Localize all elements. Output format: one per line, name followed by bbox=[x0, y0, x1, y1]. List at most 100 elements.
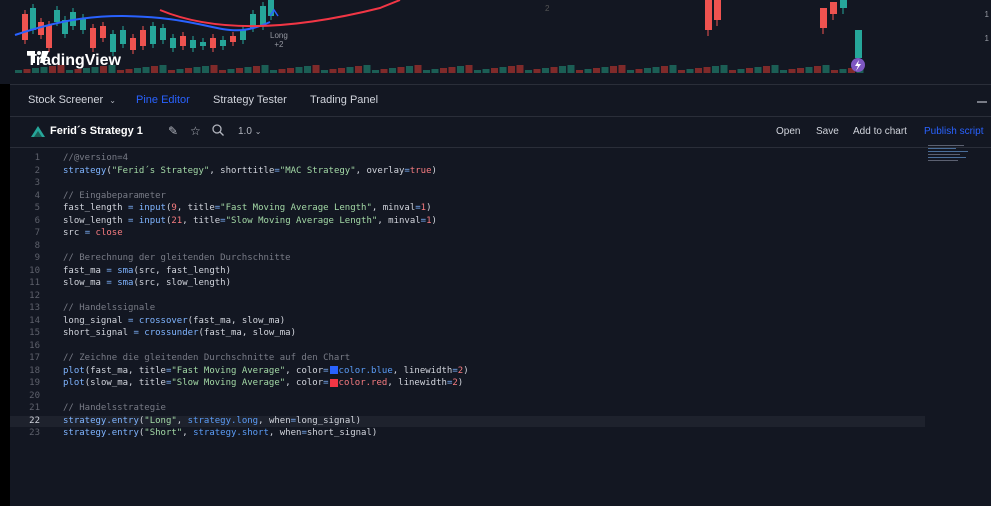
volume-bar bbox=[168, 70, 175, 73]
volume-bar bbox=[142, 67, 150, 73]
volume-bar bbox=[763, 66, 770, 73]
code-line[interactable]: 9 // Berechnung der gleitenden Durchschni… bbox=[10, 253, 925, 264]
volume-bar bbox=[814, 66, 821, 73]
code-line[interactable]: 16 bbox=[10, 341, 925, 352]
code-line[interactable]: 22 strategy.entry("Long", strategy.long, … bbox=[10, 415, 925, 427]
code-line[interactable]: 6 slow_length = input(21, title="Slow Mov… bbox=[10, 216, 925, 227]
candle bbox=[830, 2, 837, 14]
pencil-icon[interactable]: ✎ bbox=[168, 124, 178, 138]
volume-bar bbox=[805, 67, 813, 73]
candle bbox=[110, 34, 116, 52]
volume-bar bbox=[712, 66, 719, 73]
volume-bar bbox=[788, 69, 796, 73]
tab-trading-panel[interactable]: Trading Panel bbox=[310, 94, 378, 106]
volume-bar bbox=[737, 69, 745, 73]
tab-pine-editor-label: Pine Editor bbox=[136, 94, 190, 106]
volume-bar bbox=[576, 70, 583, 73]
star-icon[interactable]: ☆ bbox=[190, 124, 201, 138]
bottom-panel: Stock Screener ⌄ Pine Editor Strategy Tes… bbox=[10, 84, 991, 506]
chart-canvas[interactable] bbox=[0, 0, 991, 84]
strategy-name[interactable]: Ferid´s Strategy 1 bbox=[50, 125, 143, 137]
candle bbox=[150, 26, 156, 44]
volume-bar bbox=[185, 68, 192, 73]
volume-bar bbox=[584, 69, 592, 73]
code-minimap[interactable] bbox=[928, 145, 978, 179]
code-line[interactable]: 8 bbox=[10, 241, 925, 252]
code-line[interactable]: 14 long_signal = crossover(fast_ma, slow_… bbox=[10, 316, 925, 327]
line-number: 20 bbox=[29, 390, 40, 401]
minimap-line bbox=[928, 151, 968, 152]
code-line[interactable]: 7 src = close bbox=[10, 228, 925, 239]
pine-editor-toolbar: Ferid´s Strategy 1 ✎ ☆ 1.0 ⌄ Open Save A… bbox=[10, 116, 991, 148]
code-text: //@version=4 bbox=[63, 153, 129, 163]
candle bbox=[180, 36, 186, 46]
code-line[interactable]: 19 plot(slow_ma, title="Slow Moving Avera… bbox=[10, 378, 925, 389]
volume-bar bbox=[797, 68, 804, 73]
add-to-chart-button[interactable]: Add to chart bbox=[853, 126, 907, 137]
tab-strategy-tester[interactable]: Strategy Tester bbox=[213, 94, 287, 106]
code-line[interactable]: 1 //@version=4 bbox=[10, 153, 925, 164]
volume-bar bbox=[610, 66, 617, 73]
code-line[interactable]: 4 // Eingabeparameter bbox=[10, 191, 925, 202]
tab-pine-editor[interactable]: Pine Editor bbox=[136, 94, 190, 106]
code-line[interactable]: 2 strategy("Ferid´s Strategy", shorttitle… bbox=[10, 166, 925, 177]
code-line[interactable]: 21 // Handelsstrategie bbox=[10, 403, 925, 414]
volume-bar bbox=[542, 68, 549, 73]
volume-bar bbox=[380, 69, 388, 73]
price-scale-tick: 1 bbox=[984, 10, 989, 19]
volume-bar bbox=[686, 69, 694, 73]
code-line[interactable]: 10 fast_ma = sma(src, fast_length) bbox=[10, 266, 925, 277]
save-button[interactable]: Save bbox=[816, 126, 839, 137]
volume-bar bbox=[278, 69, 286, 73]
volume-bar bbox=[771, 65, 779, 73]
code-line[interactable]: 13 // Handelssignale bbox=[10, 303, 925, 314]
line-number: 11 bbox=[29, 278, 40, 288]
panel-tabs: Stock Screener ⌄ Pine Editor Strategy Tes… bbox=[10, 85, 991, 115]
code-text: // Handelssignale bbox=[63, 303, 156, 313]
code-line[interactable]: 20 bbox=[10, 391, 925, 402]
minimize-icon[interactable] bbox=[977, 101, 987, 103]
volume-bar bbox=[423, 70, 430, 73]
price-chart[interactable]: TradingView Long +2 2 1 1 bbox=[0, 0, 991, 84]
code-line[interactable]: 23 strategy.entry("Short", strategy.short… bbox=[10, 428, 925, 439]
volume-bar bbox=[457, 66, 464, 73]
volume-bar bbox=[822, 65, 830, 73]
search-icon[interactable] bbox=[212, 124, 224, 139]
code-text: plot(slow_ma, title="Slow Moving Average… bbox=[63, 378, 464, 388]
code-line[interactable]: 11 slow_ma = sma(src, slow_length) bbox=[10, 278, 925, 289]
tab-trading-panel-label: Trading Panel bbox=[310, 94, 379, 106]
code-line[interactable]: 15 short_signal = crossunder(fast_ma, slo… bbox=[10, 328, 925, 339]
volume-bar bbox=[176, 69, 184, 73]
slow-ma-line bbox=[159, 0, 401, 28]
code-line[interactable]: 12 bbox=[10, 291, 925, 302]
volume-bar bbox=[559, 66, 566, 73]
code-line[interactable]: 17 // Zeichne die gleitenden Durchschnitt… bbox=[10, 353, 925, 364]
tradingview-logo-icon bbox=[27, 51, 49, 63]
code-text: strategy.entry("Long", strategy.long, wh… bbox=[63, 415, 362, 426]
candle bbox=[260, 6, 266, 26]
chevron-down-icon: ⌄ bbox=[109, 96, 116, 105]
publish-script-button[interactable]: Publish script bbox=[924, 126, 983, 137]
volume-bar bbox=[635, 69, 643, 73]
volume-bar bbox=[644, 68, 651, 73]
volume-bar bbox=[244, 67, 252, 73]
volume-bar bbox=[652, 67, 660, 73]
code-line[interactable]: 5 fast_length = input(9, title="Fast Movi… bbox=[10, 203, 925, 214]
tab-stock-screener[interactable]: Stock Screener ⌄ bbox=[28, 94, 116, 106]
code-editor[interactable]: 1 //@version=4 2 strategy("Ferid´s Strategy… bbox=[10, 147, 991, 506]
volume-bar bbox=[499, 67, 507, 73]
version-selector[interactable]: 1.0 ⌄ bbox=[238, 126, 261, 137]
open-button[interactable]: Open bbox=[776, 126, 800, 137]
volume-bar bbox=[550, 67, 558, 73]
code-line[interactable]: 3 bbox=[10, 178, 925, 189]
line-number: 15 bbox=[29, 328, 40, 338]
volume-bar bbox=[627, 70, 634, 73]
candle bbox=[22, 14, 28, 40]
code-line[interactable]: 18 plot(fast_ma, title="Fast Moving Avera… bbox=[10, 366, 925, 377]
search-glyph bbox=[212, 124, 224, 136]
volume-bar bbox=[831, 70, 838, 73]
long-signal-text: Long bbox=[270, 31, 288, 40]
line-number: 16 bbox=[29, 340, 40, 351]
volume-bar bbox=[219, 70, 226, 73]
volume-bar bbox=[397, 67, 405, 73]
